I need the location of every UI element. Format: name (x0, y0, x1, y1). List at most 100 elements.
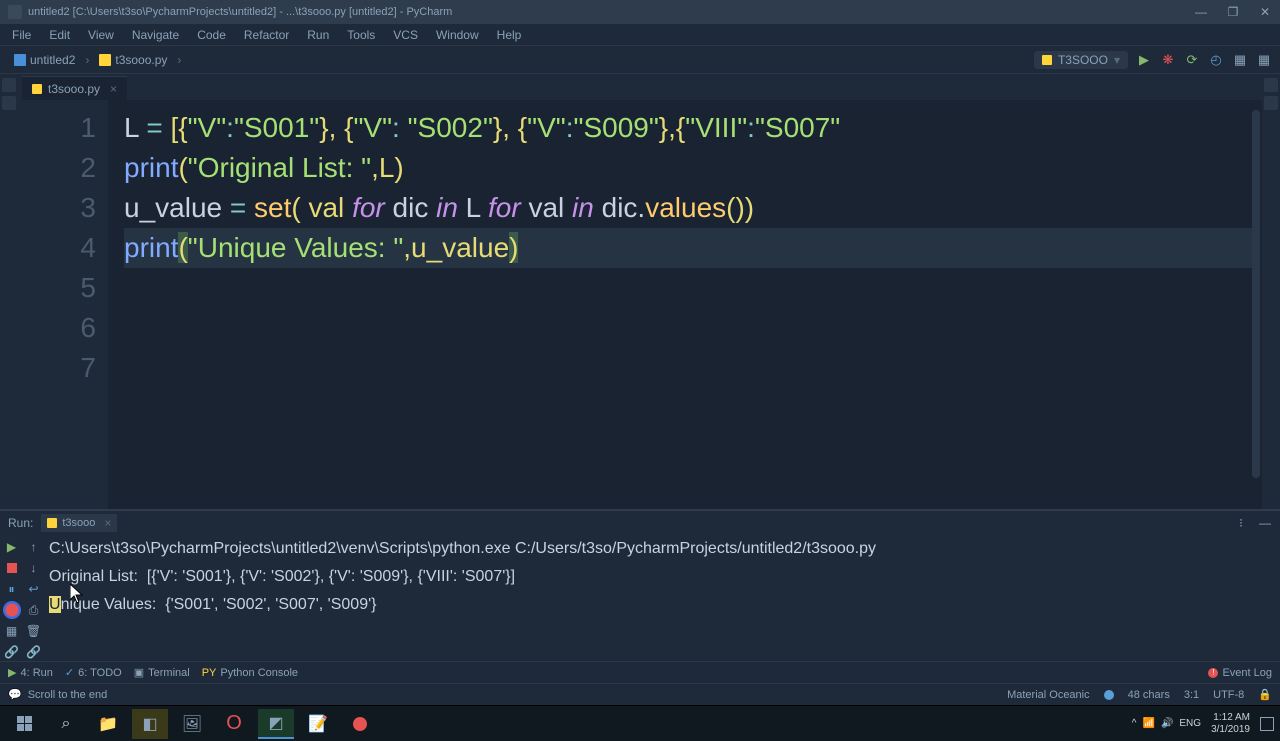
coverage-button[interactable]: ⟳ (1184, 52, 1200, 68)
close-icon[interactable]: × (104, 516, 111, 530)
close-icon[interactable]: × (110, 82, 117, 96)
menu-view[interactable]: View (80, 26, 122, 44)
link-button[interactable]: 🔗 (3, 643, 21, 661)
editor-scrollbar[interactable] (1252, 110, 1260, 478)
pyconsole-tab-button[interactable]: PY Python Console (202, 667, 298, 679)
minimize-button[interactable]: — (1194, 5, 1208, 19)
statusbar: 💬 Scroll to the end Material Oceanic 48 … (0, 683, 1280, 705)
status-encoding[interactable]: UTF-8 (1213, 689, 1244, 701)
menu-file[interactable]: File (4, 26, 39, 44)
menu-run[interactable]: Run (299, 26, 337, 44)
line-number: 5 (18, 268, 96, 308)
maximize-button[interactable]: ❐ (1226, 5, 1240, 19)
search-button[interactable]: ⌕ (48, 709, 84, 739)
run-button[interactable]: ▶ (1136, 52, 1152, 68)
run-tab[interactable]: t3sooo × (41, 514, 117, 532)
start-button[interactable] (6, 709, 42, 739)
opera-app[interactable]: O (216, 709, 252, 739)
layout-button[interactable]: ▦ (3, 622, 21, 640)
line-number: 3 (18, 188, 96, 228)
hide-icon[interactable]: — (1258, 516, 1272, 530)
code-editor[interactable]: 1 2 3 4 5 6 7 L = [{"V":"S001"}, {"V": "… (18, 100, 1262, 509)
menu-window[interactable]: Window (428, 26, 487, 44)
left-tool-gutter (0, 74, 18, 509)
attach-button[interactable]: ▦ (1232, 52, 1248, 68)
python-icon (32, 84, 42, 94)
run-tab-name: t3sooo (62, 517, 95, 529)
menu-refactor[interactable]: Refactor (236, 26, 297, 44)
lock-icon[interactable]: 🔒 (1258, 688, 1272, 701)
settings-icon[interactable]: ⁝ (1234, 516, 1248, 530)
rerun-button[interactable]: ▶ (3, 538, 21, 556)
windows-logo-icon (17, 716, 32, 731)
breadcrumb-project[interactable]: untitled2 (8, 51, 81, 69)
menu-edit[interactable]: Edit (41, 26, 78, 44)
terminal-tab-label: Terminal (148, 667, 190, 679)
record-button[interactable] (3, 601, 21, 619)
editor-tab-bar: t3sooo.py × (18, 74, 1262, 100)
wrap-button[interactable]: ↩ (25, 580, 43, 598)
line-number-gutter: 1 2 3 4 5 6 7 (18, 100, 108, 509)
todo-tab-label: 6: TODO (78, 667, 122, 679)
line-number: 4 (18, 228, 96, 268)
run-tab-label: 4: Run (20, 667, 52, 679)
menu-help[interactable]: Help (489, 26, 530, 44)
notepad-app[interactable]: 📝 (300, 709, 336, 739)
bottom-tool-tabs: ▶ 4: Run ✓ 6: TODO ▣ Terminal PY Python … (0, 661, 1280, 683)
search-button[interactable]: ▦ (1256, 52, 1272, 68)
menu-code[interactable]: Code (189, 26, 234, 44)
recorder-app[interactable] (342, 709, 378, 739)
link2-button[interactable]: 🔗 (25, 643, 43, 661)
debug-button[interactable]: ❋ (1160, 52, 1176, 68)
terminal-tab-button[interactable]: ▣ Terminal (134, 666, 190, 679)
pycharm-app[interactable]: ◩ (258, 709, 294, 739)
close-button[interactable]: ✕ (1258, 5, 1272, 19)
python-icon (99, 54, 111, 66)
photos-app[interactable]: 🖼 (174, 709, 210, 739)
terminal-icon: ▣ (134, 666, 144, 679)
breadcrumb-file[interactable]: t3sooo.py (93, 51, 173, 69)
print-button[interactable]: ⎙ (25, 601, 43, 619)
run-config-dropdown[interactable]: T3SOOO ▾ (1034, 51, 1128, 69)
status-chars[interactable]: 48 chars (1128, 689, 1170, 701)
chevron-right-icon: › (85, 53, 89, 67)
line-number: 2 (18, 148, 96, 188)
profile-button[interactable]: ◴ (1208, 52, 1224, 68)
project-tool-icon[interactable] (2, 78, 16, 92)
menu-vcs[interactable]: VCS (385, 26, 426, 44)
event-log-button[interactable]: ! Event Log (1208, 667, 1272, 679)
notification-center-icon[interactable] (1260, 717, 1274, 731)
todo-tab-button[interactable]: ✓ 6: TODO (65, 666, 122, 679)
editor-tab[interactable]: t3sooo.py × (22, 76, 127, 100)
status-theme[interactable]: Material Oceanic (1007, 689, 1090, 701)
sciview-tool-icon[interactable] (1264, 78, 1278, 92)
menubar: File Edit View Navigate Code Refactor Ru… (0, 24, 1280, 46)
message-icon: 💬 (8, 688, 22, 701)
down-button[interactable]: ↓ (25, 559, 43, 577)
sublime-app[interactable]: ◧ (132, 709, 168, 739)
taskbar-clock[interactable]: 1:12 AM 3/1/2019 (1211, 712, 1250, 736)
file-explorer-app[interactable]: 📁 (90, 709, 126, 739)
database-tool-icon[interactable] (1264, 96, 1278, 110)
todo-icon: ✓ (65, 666, 74, 679)
output-line: Unique Values: {'S001', 'S002', 'S007', … (49, 591, 1276, 619)
toolbar: untitled2 › t3sooo.py › T3SOOO ▾ ▶ ❋ ⟳ ◴… (0, 46, 1280, 74)
window-title: untitled2 [C:\Users\t3so\PycharmProjects… (28, 6, 452, 18)
breadcrumb-file-label: t3sooo.py (115, 53, 167, 67)
run-output[interactable]: C:\Users\t3so\PycharmProjects\untitled2\… (45, 535, 1280, 661)
menu-tools[interactable]: Tools (339, 26, 383, 44)
stop-button[interactable] (3, 559, 21, 577)
trash-button[interactable]: 🗑 (25, 622, 43, 640)
folder-icon (14, 54, 26, 66)
theme-color-icon (1104, 690, 1114, 700)
window-titlebar: untitled2 [C:\Users\t3so\PycharmProjects… (0, 0, 1280, 24)
run-tab-button[interactable]: ▶ 4: Run (8, 666, 53, 679)
status-position[interactable]: 3:1 (1184, 689, 1199, 701)
python-icon (1042, 55, 1052, 65)
mouse-cursor-icon (70, 584, 84, 604)
up-button[interactable]: ↑ (25, 538, 43, 556)
structure-tool-icon[interactable] (2, 96, 16, 110)
menu-navigate[interactable]: Navigate (124, 26, 187, 44)
code-content[interactable]: L = [{"V":"S001"}, {"V": "S002"}, {"V":"… (108, 100, 1262, 509)
pause-button[interactable]: ⏸ (3, 580, 21, 598)
